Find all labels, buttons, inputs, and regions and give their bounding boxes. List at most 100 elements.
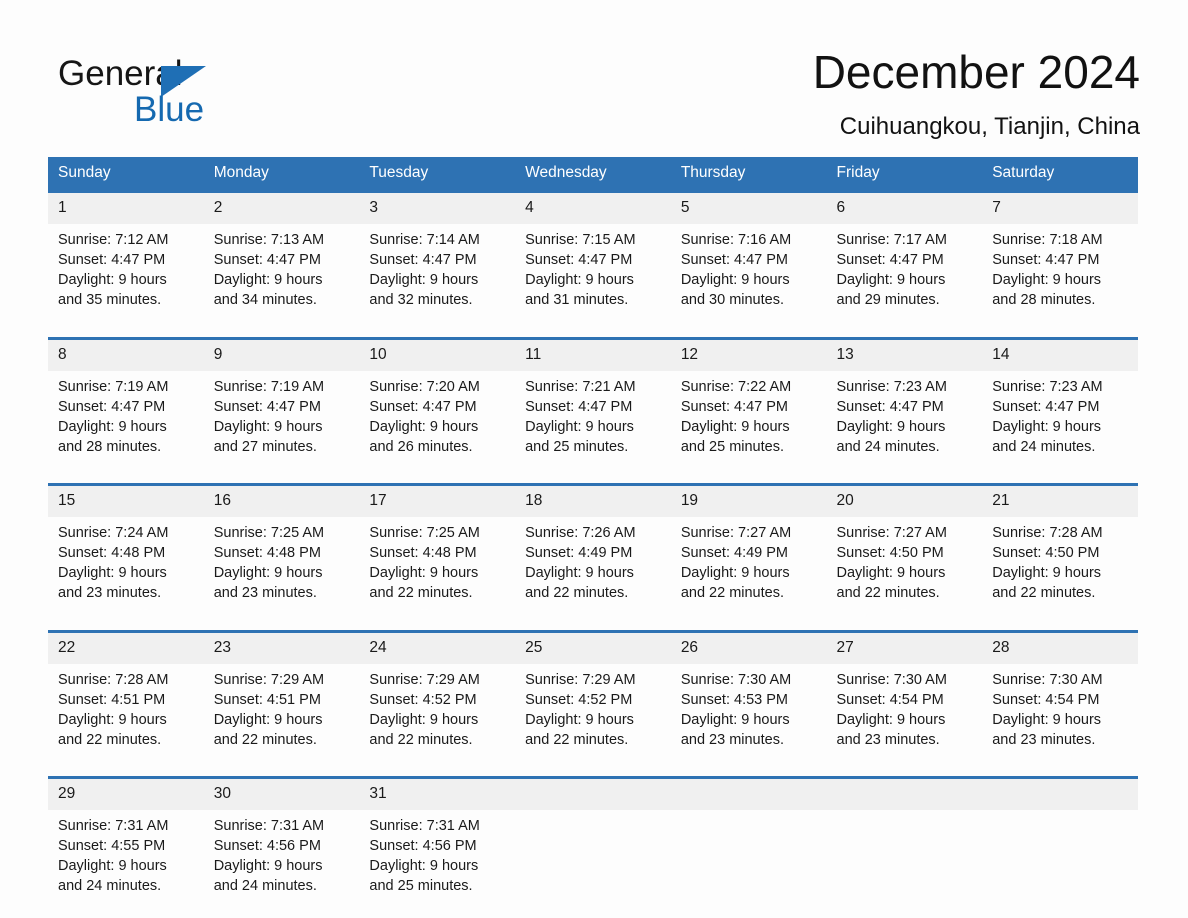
calendar-day-cell[interactable]: 6 Sunrise: 7:17 AM Sunset: 4:47 PM Daylight… [826,190,983,320]
daylight-text-line2: and 25 minutes. [525,438,629,455]
weekday-header-saturday: Saturday [982,157,1138,192]
day-number: 13 [826,339,983,371]
daylight-text-line2: and 24 minutes. [213,878,317,894]
day-cell-content: 30 Sunrise: 7:31 AM Sunset: 4:56 PM Dayligh… [203,779,360,906]
daylight-text-line1: Daylight: 9 hours [680,272,790,288]
calendar-day-cell[interactable]: 25 Sunrise: 7:29 AM Sunset: 4:52 PM Dayligh… [515,629,671,760]
calendar-day-cell[interactable]: 17 Sunrise: 7:25 AM Sunset: 4:48 PM Dayligh… [359,483,516,613]
day-number [826,779,983,810]
weekday-header-wednesday: Wednesday [515,157,671,192]
sunset-text: Sunset: 4:47 PM [525,398,633,415]
day-info: Sunrise: 7:16 AM Sunset: 4:47 PM Daylight:… [671,224,827,320]
calendar-day-cell[interactable]: 26 Sunrise: 7:30 AM Sunset: 4:53 PM Dayligh… [670,629,827,760]
sunset-text: Sunset: 4:47 PM [213,398,321,415]
sunrise-text: Sunrise: 7:14 AM [369,232,480,248]
calendar-day-cell[interactable]: 15 Sunrise: 7:24 AM Sunset: 4:48 PM Dayligh… [48,483,204,613]
week-row-gap [48,320,1138,338]
sunrise-text: Sunrise: 7:30 AM [836,671,947,688]
day-info: Sunrise: 7:14 AM Sunset: 4:47 PM Daylight:… [359,224,515,320]
calendar-day-cell[interactable]: 2 Sunrise: 7:13 AM Sunset: 4:47 PM Daylight… [203,190,360,320]
daylight-text-line2: and 23 minutes. [992,731,1096,748]
day-cell-content: 23 Sunrise: 7:29 AM Sunset: 4:51 PM Dayligh… [203,632,360,760]
sunrise-text: Sunrise: 7:13 AM [213,232,325,248]
calendar-day-cell[interactable]: 31 Sunrise: 7:31 AM Sunset: 4:56 PM Dayligh… [359,776,516,906]
sunset-text: Sunset: 4:52 PM [525,691,633,708]
sunrise-text: Sunrise: 7:19 AM [213,378,325,395]
sunrise-text: Sunrise: 7:31 AM [213,818,325,834]
calendar-day-cell[interactable]: 21 Sunrise: 7:28 AM Sunset: 4:50 PM Dayligh… [982,483,1138,613]
day-number: 31 [359,779,516,810]
calendar-day-cell[interactable]: 27 Sunrise: 7:30 AM Sunset: 4:54 PM Dayligh… [826,629,983,760]
calendar-day-cell[interactable]: 10 Sunrise: 7:20 AM Sunset: 4:47 PM Dayligh… [359,336,516,467]
calendar-day-cell[interactable]: 3 Sunrise: 7:14 AM Sunset: 4:47 PM Daylight… [359,190,516,320]
day-cell-content: 24 Sunrise: 7:29 AM Sunset: 4:52 PM Dayligh… [359,632,516,760]
sunset-text: Sunset: 4:47 PM [992,398,1100,415]
daylight-text-line1: Daylight: 9 hours [992,418,1102,435]
daylight-text-line2: and 22 minutes. [525,585,629,601]
day-cell-content [826,779,983,894]
day-info: Sunrise: 7:30 AM Sunset: 4:53 PM Daylight:… [671,664,827,760]
calendar-empty-cell [515,776,671,906]
title-block: December 2024 Cuihuangkou, Tianjin, Chin… [440,44,1140,144]
daylight-text-line1: Daylight: 9 hours [213,272,323,288]
calendar-day-cell[interactable]: 13 Sunrise: 7:23 AM Sunset: 4:47 PM Dayligh… [826,336,983,467]
day-number: 14 [982,339,1138,371]
calendar-day-cell[interactable]: 5 Sunrise: 7:16 AM Sunset: 4:47 PM Daylight… [670,190,827,320]
daylight-text-line1: Daylight: 9 hours [58,711,167,728]
calendar-day-cell[interactable]: 22 Sunrise: 7:28 AM Sunset: 4:51 PM Dayligh… [48,629,204,760]
day-number: 9 [203,339,360,371]
day-info [982,810,1138,826]
sunset-text: Sunset: 4:50 PM [836,545,944,561]
calendar-day-cell[interactable]: 14 Sunrise: 7:23 AM Sunset: 4:47 PM Dayligh… [982,336,1138,467]
sunset-text: Sunset: 4:51 PM [58,691,166,708]
daylight-text-line1: Daylight: 9 hours [213,711,323,728]
calendar-table: Sunday Monday Tuesday Wednesday Thursday… [48,157,1138,906]
calendar-day-cell[interactable]: 28 Sunrise: 7:30 AM Sunset: 4:54 PM Dayligh… [982,629,1138,760]
daylight-text-line1: Daylight: 9 hours [680,418,790,435]
sunrise-text: Sunrise: 7:31 AM [369,818,480,834]
daylight-text-line1: Daylight: 9 hours [836,711,946,728]
calendar-day-cell[interactable]: 16 Sunrise: 7:25 AM Sunset: 4:48 PM Dayligh… [203,483,360,613]
daylight-text-line1: Daylight: 9 hours [525,418,634,435]
day-info: Sunrise: 7:22 AM Sunset: 4:47 PM Daylight:… [671,371,827,467]
sunset-text: Sunset: 4:52 PM [369,691,477,708]
day-info: Sunrise: 7:27 AM Sunset: 4:50 PM Daylight:… [827,517,983,613]
calendar-header-row: Sunday Monday Tuesday Wednesday Thursday… [48,157,1138,192]
calendar-day-cell[interactable]: 29 Sunrise: 7:31 AM Sunset: 4:55 PM Dayligh… [48,776,204,906]
calendar-day-cell[interactable]: 12 Sunrise: 7:22 AM Sunset: 4:47 PM Dayligh… [670,336,827,467]
calendar-day-cell[interactable]: 4 Sunrise: 7:15 AM Sunset: 4:47 PM Daylight… [515,190,671,320]
day-info: Sunrise: 7:27 AM Sunset: 4:49 PM Daylight:… [671,517,827,613]
day-number: 22 [48,632,204,664]
daylight-text-line1: Daylight: 9 hours [836,418,946,435]
day-info: Sunrise: 7:12 AM Sunset: 4:47 PM Daylight:… [48,224,204,320]
calendar-day-cell[interactable]: 20 Sunrise: 7:27 AM Sunset: 4:50 PM Dayligh… [826,483,983,613]
day-cell-content: 31 Sunrise: 7:31 AM Sunset: 4:56 PM Dayligh… [359,779,516,906]
sunrise-text: Sunrise: 7:25 AM [213,525,325,541]
day-number: 28 [982,632,1138,664]
daylight-text-line2: and 25 minutes. [680,438,784,455]
calendar-day-cell[interactable]: 23 Sunrise: 7:29 AM Sunset: 4:51 PM Dayligh… [203,629,360,760]
calendar-day-cell[interactable]: 8 Sunrise: 7:19 AM Sunset: 4:47 PM Daylight… [48,336,204,467]
sunrise-text: Sunrise: 7:29 AM [213,671,325,688]
location-subtitle: Cuihuangkou, Tianjin, China [839,113,1140,140]
calendar-day-cell[interactable]: 18 Sunrise: 7:26 AM Sunset: 4:49 PM Dayligh… [515,483,671,613]
day-info: Sunrise: 7:31 AM Sunset: 4:56 PM Daylight:… [359,810,515,906]
calendar-day-cell[interactable]: 24 Sunrise: 7:29 AM Sunset: 4:52 PM Dayligh… [359,629,516,760]
calendar-day-cell[interactable]: 1 Sunrise: 7:12 AM Sunset: 4:47 PM Daylight… [48,190,204,320]
calendar-day-cell[interactable]: 7 Sunrise: 7:18 AM Sunset: 4:47 PM Daylight… [982,190,1138,320]
daylight-text-line2: and 23 minutes. [213,585,317,601]
calendar-day-cell[interactable]: 11 Sunrise: 7:21 AM Sunset: 4:47 PM Dayligh… [515,336,671,467]
day-cell-content [982,779,1138,894]
calendar-day-cell[interactable]: 19 Sunrise: 7:27 AM Sunset: 4:49 PM Dayligh… [670,483,827,613]
sunset-text: Sunset: 4:49 PM [680,545,789,561]
calendar-empty-cell [670,776,827,906]
week-row-gap [48,466,1138,485]
daylight-text-line2: and 32 minutes. [369,292,473,308]
weekday-header-thursday: Thursday [670,157,827,192]
day-cell-content: 18 Sunrise: 7:26 AM Sunset: 4:49 PM Dayligh… [515,486,671,613]
calendar-day-cell[interactable]: 9 Sunrise: 7:19 AM Sunset: 4:47 PM Daylight… [203,336,360,467]
sunset-text: Sunset: 4:56 PM [213,838,321,854]
calendar-day-cell[interactable]: 30 Sunrise: 7:31 AM Sunset: 4:56 PM Dayligh… [203,776,360,906]
daylight-text-line2: and 23 minutes. [680,731,784,748]
daylight-text-line2: and 24 minutes. [58,878,162,894]
